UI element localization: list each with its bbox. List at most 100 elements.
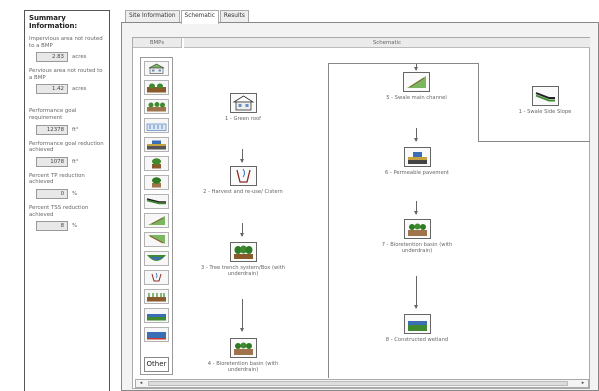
node-label: 1 - Swale Side Slope bbox=[518, 109, 572, 115]
node-green-roof[interactable]: 1 - Green roof bbox=[213, 93, 273, 122]
summary-title: Summary Information: bbox=[29, 14, 78, 30]
bmp-planter[interactable] bbox=[144, 289, 169, 304]
pervious-label: Pervious area not routed to a BMP bbox=[29, 68, 103, 81]
node-swale-side-slope[interactable]: 1 - Swale Side Slope bbox=[505, 86, 585, 115]
bmp-cistern-small[interactable] bbox=[144, 270, 169, 285]
goal-req-value: 12378 bbox=[36, 124, 68, 135]
flow-arrow bbox=[414, 64, 418, 71]
green-roof-icon bbox=[148, 63, 165, 74]
flow-line-right bbox=[478, 63, 479, 141]
infiltration-icon bbox=[146, 123, 167, 131]
flow-arrow bbox=[414, 128, 418, 142]
flow-arrow bbox=[240, 223, 244, 237]
tss-value: 8 bbox=[36, 221, 68, 232]
pervious-value: 1.42 bbox=[36, 84, 68, 95]
tp-unit: % bbox=[72, 190, 78, 197]
node-label: 6 - Permeable pavement bbox=[385, 170, 449, 176]
basin-icon bbox=[147, 255, 166, 261]
bioretention-icon bbox=[403, 219, 431, 239]
schematic-header: Schematic bbox=[184, 38, 590, 48]
node-cistern[interactable]: 2 - Harvest and re-use/ Cistern bbox=[203, 166, 283, 195]
tree-box-icon bbox=[147, 102, 166, 112]
green-roof-icon bbox=[229, 93, 257, 113]
goal-req-row: 12378 ft³ bbox=[36, 124, 105, 135]
tp-label: Percent TP reduction achieved bbox=[29, 172, 85, 186]
goal-ach-label: Performance goal reduction achieved bbox=[29, 140, 104, 154]
bmp-cistern[interactable] bbox=[144, 80, 169, 95]
swale-channel-icon bbox=[403, 72, 430, 92]
bmp-tree-trench[interactable] bbox=[144, 156, 169, 171]
node-label: 8 - Constructed wetland bbox=[385, 337, 449, 343]
bmp-swale[interactable] bbox=[144, 194, 169, 209]
swale-channel-icon bbox=[148, 235, 165, 244]
flow-line-right-bottom bbox=[478, 141, 590, 142]
schematic-frame: BMPs Schematic Other 1 - Green roof 2 - … bbox=[121, 22, 599, 391]
tab-schematic[interactable]: Schematic bbox=[180, 10, 219, 24]
goal-req-label: Performance goal requirement bbox=[29, 108, 77, 121]
tp-row: 0 % bbox=[36, 188, 105, 199]
bmp-tree-box[interactable] bbox=[144, 99, 169, 114]
cistern-small-icon bbox=[151, 272, 162, 282]
node-constructed-wetland[interactable]: 8 - Constructed wetland bbox=[372, 314, 462, 343]
schematic-canvas: 1 - Green roof 2 - Harvest and re-use/ C… bbox=[185, 49, 590, 378]
wetland-icon bbox=[403, 314, 431, 334]
bmp-slope[interactable] bbox=[144, 213, 169, 228]
tree-trench-icon bbox=[152, 158, 161, 169]
permeable-pavement-icon bbox=[403, 147, 431, 167]
node-label: 5 - Swale main channel bbox=[386, 95, 447, 101]
node-bioretention-4[interactable]: 4 - Bioretention basin (with underdrain) bbox=[198, 338, 288, 374]
flow-line-vertical bbox=[328, 63, 329, 378]
tss-row: 8 % bbox=[36, 221, 105, 232]
impervious-unit: acres bbox=[72, 54, 87, 61]
swale-icon bbox=[146, 198, 166, 205]
node-bioretention-7[interactable]: 7 - Bioretention basin (with underdrain) bbox=[370, 219, 464, 255]
horizontal-scrollbar[interactable]: ◂ ▸ bbox=[135, 379, 589, 388]
node-label: 3 - Tree trench system/Box (with underdr… bbox=[200, 265, 286, 278]
tss-label: Percent TSS reduction achieved bbox=[29, 204, 89, 218]
bmp-palette: Other bbox=[140, 57, 173, 375]
bmp-swale-channel[interactable] bbox=[144, 232, 169, 247]
bmp-green-roof[interactable] bbox=[144, 61, 169, 76]
cistern-icon bbox=[147, 83, 166, 93]
bmp-bioretention[interactable] bbox=[144, 175, 169, 190]
bmp-permeable-pavement[interactable] bbox=[144, 137, 169, 152]
node-label: 4 - Bioretention basin (with underdrain) bbox=[207, 361, 279, 374]
bmp-infiltration[interactable] bbox=[144, 118, 169, 133]
tss-unit: % bbox=[72, 223, 78, 230]
flow-arrow bbox=[240, 299, 244, 332]
impervious-value: 2.83 bbox=[36, 52, 68, 63]
permeable-pavement-icon bbox=[147, 140, 166, 150]
node-label: 7 - Bioretention basin (with underdrain) bbox=[381, 242, 453, 255]
swale-icon bbox=[531, 86, 559, 106]
summary-panel: Summary Information: Impervious area not… bbox=[24, 10, 110, 391]
bioretention-icon bbox=[152, 177, 161, 188]
bmp-basin[interactable] bbox=[144, 251, 169, 266]
bmps-header: BMPs bbox=[133, 38, 182, 48]
pervious-unit: acres bbox=[72, 86, 87, 93]
scroll-thumb[interactable] bbox=[148, 381, 568, 386]
other-button[interactable]: Other bbox=[144, 357, 169, 372]
node-swale-main[interactable]: 5 - Swale main channel bbox=[380, 72, 453, 101]
schematic-workspace: BMPs Schematic Other 1 - Green roof 2 - … bbox=[132, 37, 590, 389]
flow-arrow bbox=[414, 201, 418, 215]
node-permeable-pavement[interactable]: 6 - Permeable pavement bbox=[372, 147, 462, 176]
bmp-water[interactable] bbox=[144, 327, 169, 342]
impervious-row: 2.83 acres bbox=[36, 52, 105, 63]
node-label: 2 - Harvest and re-use/ Cistern bbox=[203, 189, 283, 195]
flow-arrow bbox=[414, 276, 418, 309]
goal-ach-unit: ft³ bbox=[72, 158, 79, 165]
bmp-wetland[interactable] bbox=[144, 308, 169, 323]
water-icon bbox=[147, 332, 166, 340]
flow-line-top bbox=[328, 63, 478, 64]
tree-trench-icon bbox=[229, 242, 257, 262]
goal-ach-row: 1078 ft³ bbox=[36, 156, 105, 167]
pervious-row: 1.42 acres bbox=[36, 84, 105, 95]
goal-req-unit: ft³ bbox=[72, 126, 79, 133]
impervious-label: Impervious area not routed to a BMP bbox=[29, 36, 103, 49]
node-tree-trench[interactable]: 3 - Tree trench system/Box (with underdr… bbox=[198, 242, 288, 278]
node-label: 1 - Green roof bbox=[224, 116, 262, 122]
flow-arrow bbox=[240, 149, 244, 163]
scroll-left-icon[interactable]: ◂ bbox=[137, 380, 145, 387]
planter-icon bbox=[147, 293, 166, 302]
scroll-right-icon[interactable]: ▸ bbox=[579, 380, 587, 387]
